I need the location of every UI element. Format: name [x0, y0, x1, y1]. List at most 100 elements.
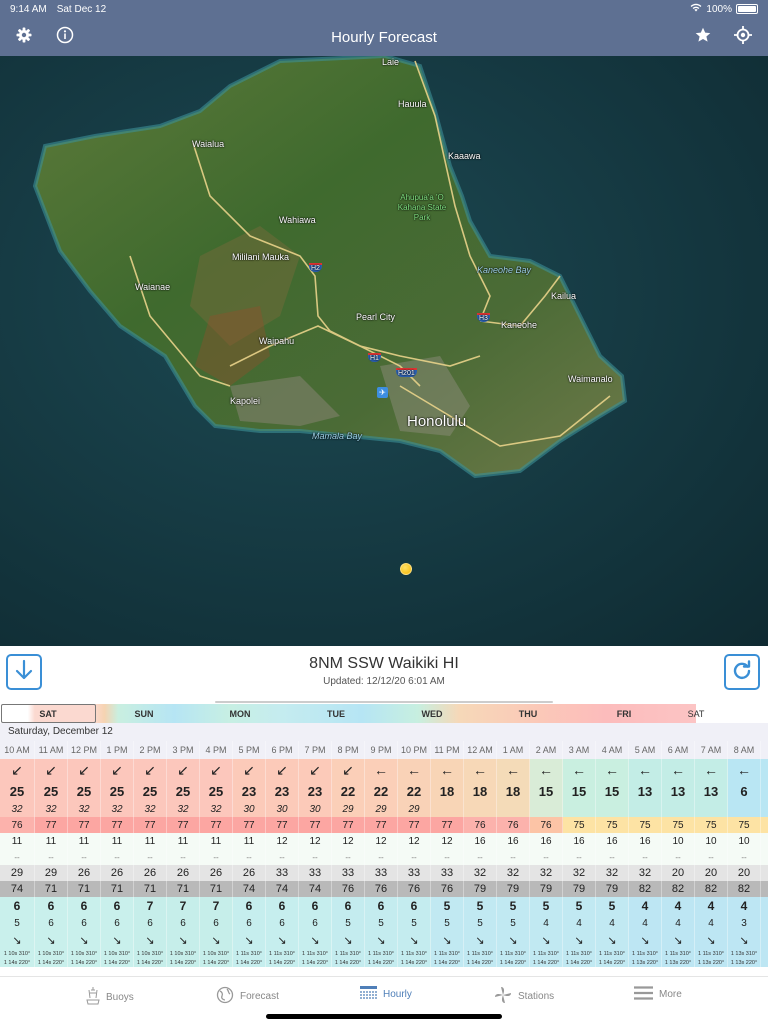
precipitation: -- — [332, 849, 365, 865]
wind-speed: 6 — [728, 781, 761, 801]
wave-period: 6 — [200, 915, 233, 931]
cloud-cover: 32 — [497, 865, 530, 881]
precipitation: -- — [299, 849, 332, 865]
air-temp: 77 — [398, 817, 431, 833]
hour-label[interactable]: 8 AM — [728, 741, 761, 759]
current-location-button[interactable] — [732, 25, 754, 48]
home-indicator[interactable] — [266, 1014, 502, 1019]
favorite-button[interactable] — [692, 26, 714, 48]
wave-direction-arrow: ↘ — [464, 931, 497, 949]
date-header: Saturday, December 12 — [0, 723, 768, 741]
tab-stations[interactable]: Stations — [494, 986, 554, 1007]
wave-period: 6 — [35, 915, 68, 931]
tab-label: Buoys — [106, 992, 134, 1003]
humidity: 76 — [398, 881, 431, 897]
hour-label[interactable]: 6 PM — [266, 741, 299, 759]
hour-label[interactable]: 7 AM — [695, 741, 728, 759]
day-tab[interactable]: SUN — [96, 704, 192, 723]
hour-label[interactable]: 4 AM — [596, 741, 629, 759]
primary-swell: 1 11s 310° — [299, 949, 332, 958]
air-temp: 77 — [68, 817, 101, 833]
refresh-button[interactable] — [724, 654, 760, 690]
buoy-location-marker[interactable] — [400, 563, 412, 575]
hour-label[interactable]: 6 AM — [662, 741, 695, 759]
hour-label[interactable]: 3 PM — [167, 741, 200, 759]
hour-label[interactable]: 2 PM — [134, 741, 167, 759]
cloud-cover: 33 — [332, 865, 365, 881]
hour-label[interactable]: 11 AM — [35, 741, 68, 759]
hour-label[interactable]: 7 PM — [299, 741, 332, 759]
cloud-cover: 26 — [68, 865, 101, 881]
tab-more[interactable]: More — [634, 986, 682, 1003]
wave-direction-arrow: ↘ — [662, 931, 695, 949]
day-tab[interactable]: SAT — [672, 704, 720, 723]
wave-period: 6 — [233, 915, 266, 931]
precipitation: -- — [35, 849, 68, 865]
drag-handle[interactable] — [215, 701, 553, 703]
hour-label[interactable]: 12 PM — [68, 741, 101, 759]
day-tab[interactable]: MON — [192, 704, 288, 723]
wave-direction-arrow: ↘ — [266, 931, 299, 949]
wave-height: 6 — [0, 897, 35, 915]
day-tab[interactable]: THU — [480, 704, 576, 723]
airport-icon[interactable]: ✈ — [377, 387, 388, 398]
hour-label[interactable]: 10 PM — [398, 741, 431, 759]
wind-gust — [695, 801, 728, 817]
cloud-cover: 29 — [0, 865, 35, 881]
humidity: 76 — [365, 881, 398, 897]
wave-height: 4 — [629, 897, 662, 915]
wind-speed: 25 — [134, 781, 167, 801]
day-tab[interactable]: FRI — [576, 704, 672, 723]
wind-direction-arrow: ↙ — [266, 759, 299, 781]
humidity: 79 — [530, 881, 563, 897]
hour-label[interactable]: 11 PM — [431, 741, 464, 759]
hour-label[interactable]: 2 AM — [530, 741, 563, 759]
visibility: 11 — [200, 833, 233, 849]
day-tab[interactable]: WED — [384, 704, 480, 723]
map-label-wahiawa: Wahiawa — [279, 215, 316, 225]
tab-buoys[interactable]: Buoys — [86, 986, 134, 1009]
map-label-kapolei: Kapolei — [230, 396, 261, 406]
wind-gust: 30 — [233, 801, 266, 817]
primary-swell: 1 10s 310° — [167, 949, 200, 958]
visibility: 16 — [464, 833, 497, 849]
wave-period: 4 — [695, 915, 728, 931]
map-label-kaneohe-bay: Kaneohe Bay — [477, 265, 532, 275]
visibility: 11 — [101, 833, 134, 849]
hour-label[interactable]: 12 AM — [464, 741, 497, 759]
cloud-cover: 32 — [596, 865, 629, 881]
info-button[interactable] — [54, 26, 76, 48]
tab-hourly[interactable]: Hourly — [360, 986, 412, 1003]
hour-label[interactable]: 10 AM — [0, 741, 35, 759]
navigation-bar: Hourly Forecast — [0, 18, 768, 56]
hour-label[interactable]: 5 PM — [233, 741, 266, 759]
air-temp: 77 — [332, 817, 365, 833]
precipitation: -- — [563, 849, 596, 865]
swell2-row: 1 14s 220° 1 14s 220° 1 14s 220° 1 14s 220°… — [0, 958, 768, 967]
humidity: 82 — [662, 881, 695, 897]
map-view[interactable]: Laie Hauula Kaaawa Waialua Wahiawa Ahupu… — [0, 56, 768, 646]
hour-label[interactable]: 8 PM — [332, 741, 365, 759]
secondary-swell: 1 14s 220° — [398, 958, 431, 967]
hourly-forecast-table[interactable]: 10 AM 11 AM 12 PM 1 PM 2 PM 3 PM 4 PM 5 PM 6 PM 7… — [0, 741, 768, 967]
hour-label[interactable]: 3 AM — [563, 741, 596, 759]
wave-period: 3 — [728, 915, 761, 931]
primary-swell: 1 10s 310° — [134, 949, 167, 958]
primary-swell: 1 11s 310° — [695, 949, 728, 958]
hour-label[interactable]: 4 PM — [200, 741, 233, 759]
wave-direction-arrow: ↘ — [365, 931, 398, 949]
primary-swell: 1 11s 310° — [233, 949, 266, 958]
day-tab[interactable]: TUE — [288, 704, 384, 723]
buoy-icon — [86, 986, 100, 1009]
hour-label[interactable]: 5 AM — [629, 741, 662, 759]
precipitation: -- — [266, 849, 299, 865]
tab-label: Hourly — [383, 989, 412, 1000]
humidity: 71 — [134, 881, 167, 897]
hour-label[interactable]: 9 PM — [365, 741, 398, 759]
wind-gust: 32 — [167, 801, 200, 817]
status-date: Sat Dec 12 — [56, 3, 107, 15]
tab-forecast[interactable]: Forecast — [216, 986, 279, 1007]
hour-label[interactable]: 1 PM — [101, 741, 134, 759]
hour-label[interactable]: 1 AM — [497, 741, 530, 759]
settings-button[interactable] — [13, 26, 35, 48]
